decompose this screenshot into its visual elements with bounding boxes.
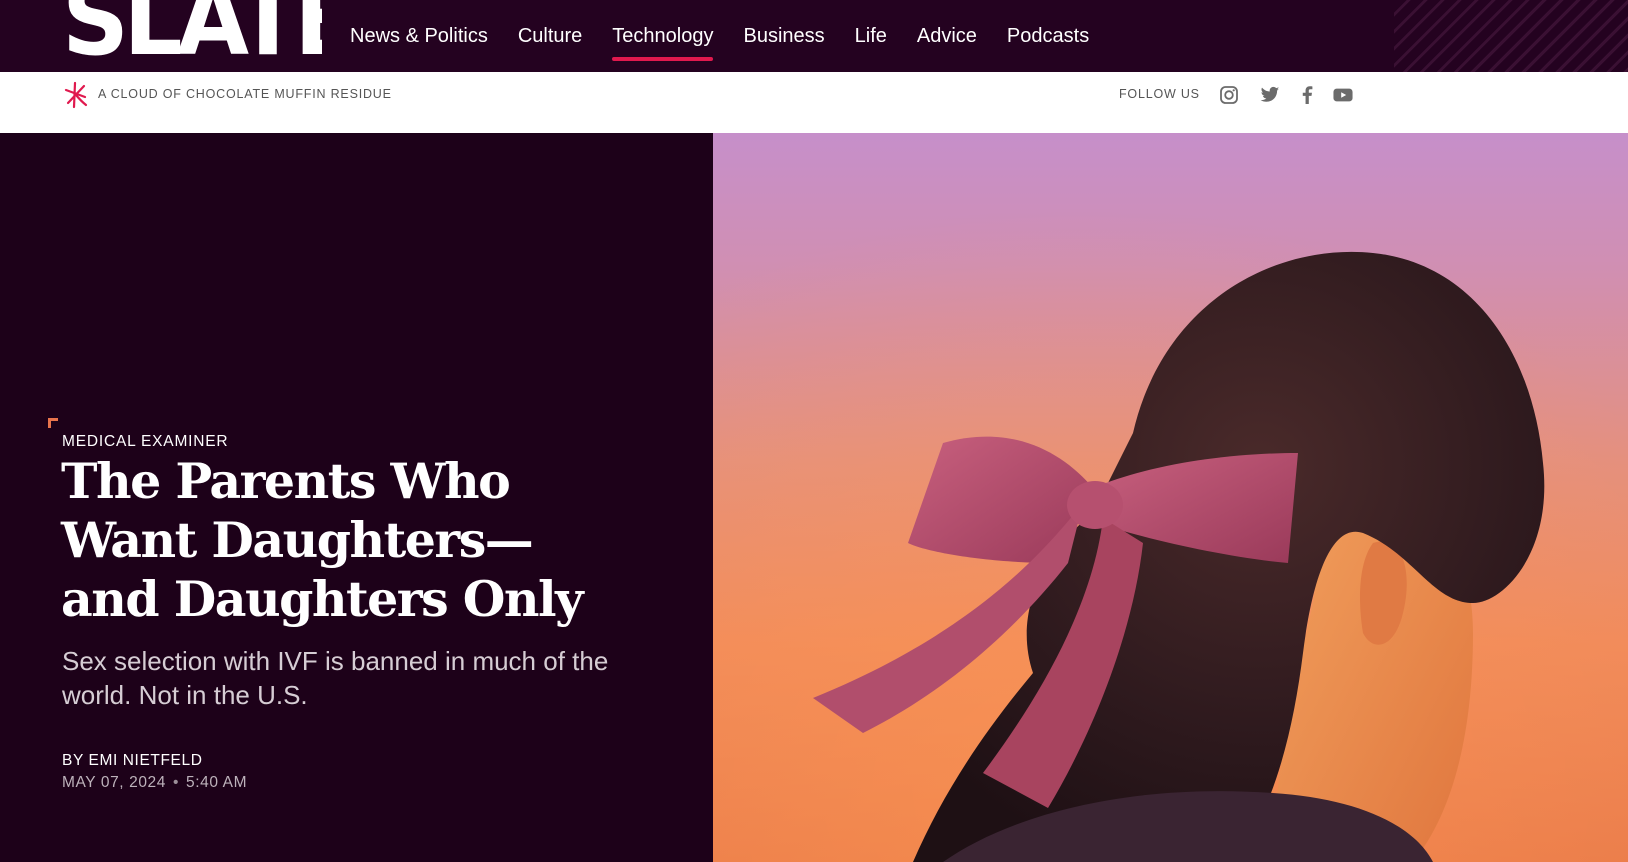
- nav-item-life[interactable]: Life: [855, 25, 887, 48]
- nav-item-technology[interactable]: Technology: [612, 25, 714, 61]
- separator-dot: •: [173, 774, 180, 791]
- primary-nav: News & Politics Culture Technology Busin…: [350, 0, 1119, 72]
- instagram-icon[interactable]: [1218, 84, 1240, 106]
- nav-item-culture[interactable]: Culture: [518, 25, 582, 48]
- facebook-icon[interactable]: [1296, 84, 1318, 106]
- header-stripe-pattern: [1394, 0, 1628, 72]
- article-dek: Sex selection with IVF is banned in much…: [62, 646, 609, 710]
- nav-item-business[interactable]: Business: [743, 25, 824, 48]
- sub-header: A CLOUD OF CHOCOLATE MUFFIN RESIDUE FOLL…: [0, 72, 1628, 133]
- nav-item-news-politics[interactable]: News & Politics: [350, 25, 488, 48]
- twitter-icon[interactable]: [1259, 84, 1281, 106]
- article-time: 5:40 AM: [186, 774, 248, 791]
- nav-item-advice[interactable]: Advice: [917, 25, 977, 48]
- follow-us-label: FOLLOW US: [1119, 87, 1200, 101]
- slate-asterisk-icon: [64, 81, 88, 109]
- kicker-corner-mark: [48, 418, 58, 428]
- article-dateline: MAY 07, 2024 • 5:40 AM: [62, 774, 247, 792]
- youtube-icon[interactable]: [1332, 84, 1354, 106]
- article-kicker[interactable]: MEDICAL EXAMINER: [62, 433, 228, 451]
- article-headline[interactable]: The Parents Who Want Daughters— and Daug…: [61, 452, 661, 629]
- top-nav-bar: SLATE News & Politics Culture Technology…: [0, 0, 1628, 72]
- slate-logo[interactable]: SLATE: [62, 0, 322, 72]
- headline-line: The Parents Who: [61, 452, 511, 510]
- headline-line: Want Daughters—: [61, 511, 534, 569]
- headline-line: and Daughters Only: [61, 570, 584, 628]
- site-tagline: A CLOUD OF CHOCOLATE MUFFIN RESIDUE: [98, 87, 392, 101]
- girl-with-bow-illustration: [713, 133, 1628, 862]
- article-byline[interactable]: BY EMI NIETFELD: [62, 752, 203, 770]
- article-date: MAY 07, 2024: [62, 774, 166, 791]
- hero-illustration[interactable]: [713, 133, 1628, 862]
- nav-item-podcasts[interactable]: Podcasts: [1007, 25, 1089, 48]
